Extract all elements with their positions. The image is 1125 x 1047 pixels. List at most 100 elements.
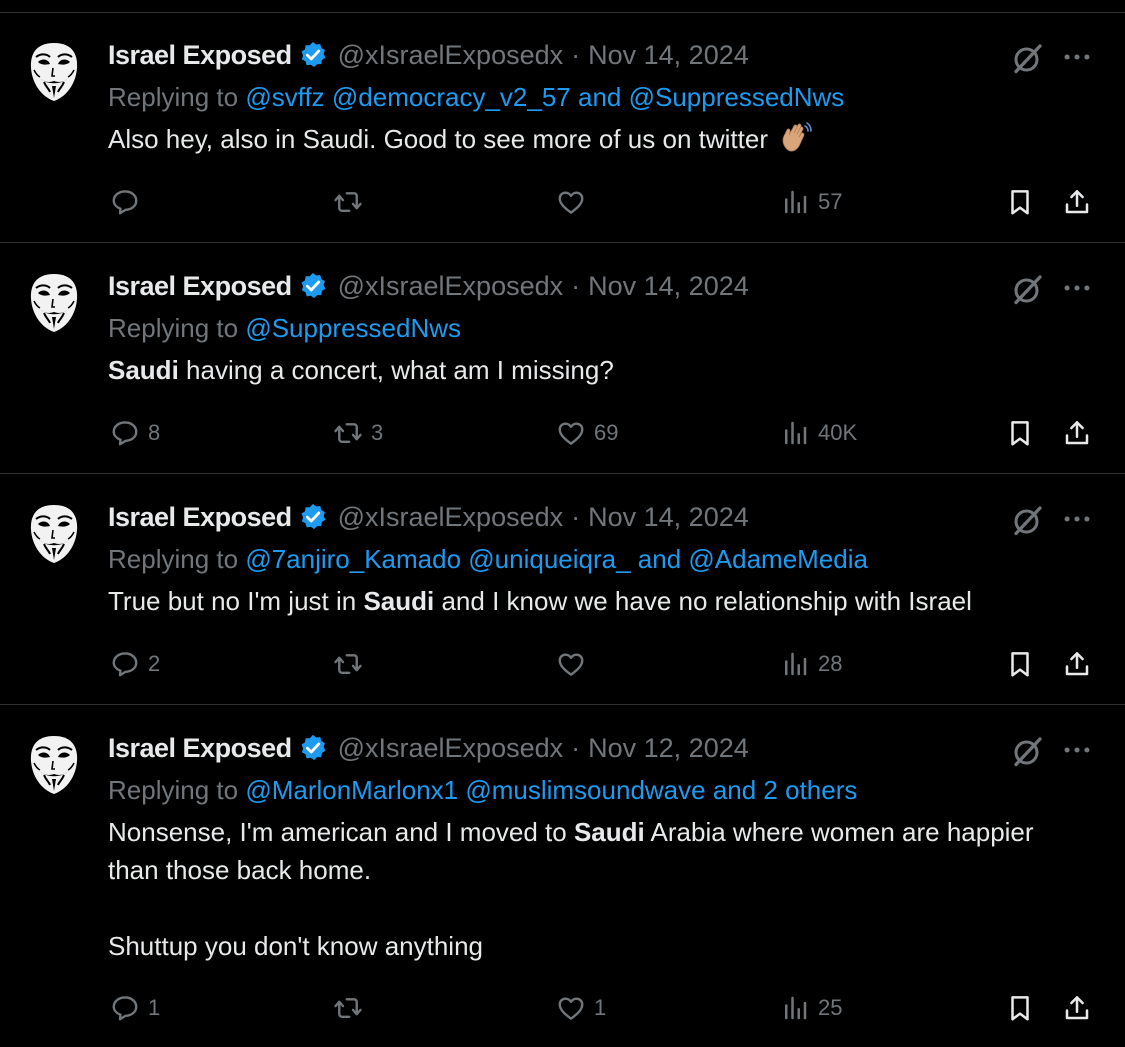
replying-prefix: Replying to — [108, 82, 239, 112]
replying-prefix: Replying to — [108, 775, 239, 805]
tweet-date[interactable]: Nov 14, 2024 — [588, 271, 749, 302]
author-handle[interactable]: @xIsraelExposedx — [338, 733, 564, 764]
bookmark-icon — [1005, 418, 1035, 448]
tweet-header: Israel Exposed @xIsraelExposedx · Nov 14… — [108, 269, 749, 303]
author-name[interactable]: Israel Exposed — [108, 40, 292, 71]
repost-icon — [333, 418, 363, 448]
repost-icon — [333, 993, 363, 1023]
tweet-header: Israel Exposed @xIsraelExposedx · Nov 14… — [108, 38, 749, 72]
tweet-3[interactable]: Israel Exposed @xIsraelExposedx · Nov 14… — [0, 474, 1125, 705]
action-bar: 1 1 25 — [0, 988, 1125, 1028]
bookmark-button[interactable] — [1005, 644, 1035, 684]
more-icon[interactable] — [1060, 271, 1094, 305]
heart-icon — [556, 649, 586, 679]
verified-badge-icon — [298, 40, 328, 70]
tweet-date[interactable]: Nov 12, 2024 — [588, 733, 749, 764]
like-count: 69 — [594, 420, 619, 445]
tweet-date[interactable]: Nov 14, 2024 — [588, 502, 749, 533]
like-button[interactable]: 1 — [556, 988, 606, 1028]
reply-button[interactable]: 1 — [110, 988, 160, 1028]
views-count: 28 — [818, 651, 843, 676]
tweet-text-before: Nonsense, I'm american and I moved to — [108, 817, 574, 847]
grok-icon[interactable] — [1010, 502, 1046, 538]
more-icon[interactable] — [1060, 40, 1094, 74]
views-button[interactable]: 57 — [780, 182, 842, 222]
views-icon — [780, 993, 810, 1023]
replying-to-line: Replying to @svffz @democracy_v2_57 and … — [108, 82, 844, 113]
verified-badge-icon — [298, 271, 328, 301]
views-button[interactable]: 28 — [780, 644, 842, 684]
repost-icon — [333, 649, 363, 679]
replying-mentions[interactable]: @MarlonMarlonx1 @muslimsoundwave and 2 o… — [245, 775, 857, 805]
bookmark-button[interactable] — [1005, 413, 1035, 453]
separator-dot: · — [571, 501, 581, 532]
repost-button[interactable] — [333, 182, 371, 222]
tweet-text-before: True but no I'm just in — [108, 586, 364, 616]
share-button[interactable] — [1062, 413, 1092, 453]
replying-prefix: Replying to — [108, 313, 239, 343]
share-icon — [1062, 187, 1092, 217]
bookmark-button[interactable] — [1005, 182, 1035, 222]
avatar-icon[interactable] — [22, 502, 86, 566]
avatar-icon[interactable] — [22, 40, 86, 104]
author-handle[interactable]: @xIsraelExposedx — [338, 502, 564, 533]
reply-button[interactable]: 2 — [110, 644, 160, 684]
repost-button[interactable] — [333, 644, 371, 684]
grok-icon[interactable] — [1010, 40, 1046, 76]
grok-icon[interactable] — [1010, 733, 1046, 769]
tweet-header: Israel Exposed @xIsraelExposedx · Nov 14… — [108, 500, 749, 534]
views-button[interactable]: 40K — [780, 413, 857, 453]
tweet-text-after: and I know we have no relationship with … — [434, 586, 972, 616]
share-button[interactable] — [1062, 644, 1092, 684]
bookmark-button[interactable] — [1005, 988, 1035, 1028]
author-name[interactable]: Israel Exposed — [108, 502, 292, 533]
repost-button[interactable] — [333, 988, 371, 1028]
reply-icon — [110, 187, 140, 217]
reply-count: 8 — [148, 420, 161, 445]
verified-badge-icon — [298, 733, 328, 763]
grok-icon[interactable] — [1010, 271, 1046, 307]
author-name[interactable]: Israel Exposed — [108, 271, 292, 302]
replying-to-line: Replying to @SuppressedNws — [108, 313, 461, 344]
views-button[interactable]: 25 — [780, 988, 842, 1028]
tweet-2[interactable]: Israel Exposed @xIsraelExposedx · Nov 14… — [0, 243, 1125, 474]
share-icon — [1062, 649, 1092, 679]
separator-dot: · — [571, 270, 581, 301]
avatar-icon[interactable] — [22, 733, 86, 797]
tweet-1[interactable]: Israel Exposed @xIsraelExposedx · Nov 14… — [0, 0, 1125, 243]
like-count: 1 — [594, 995, 607, 1020]
reply-icon — [110, 649, 140, 679]
views-icon — [780, 187, 810, 217]
author-name[interactable]: Israel Exposed — [108, 733, 292, 764]
repost-button[interactable]: 3 — [333, 413, 383, 453]
replying-mentions[interactable]: @svffz @democracy_v2_57 and @SuppressedN… — [245, 82, 844, 112]
heart-icon — [556, 187, 586, 217]
replying-to-line: Replying to @7anjiro_Kamado @uniqueiqra_… — [108, 544, 868, 575]
share-button[interactable] — [1062, 988, 1092, 1028]
replying-mentions[interactable]: @SuppressedNws — [245, 313, 461, 343]
replying-mentions[interactable]: @7anjiro_Kamado @uniqueiqra_ and @AdameM… — [245, 544, 868, 574]
more-icon[interactable] — [1060, 733, 1094, 767]
separator-dot: · — [571, 39, 581, 70]
tweet-text-bold: Saudi — [573, 817, 645, 847]
like-button[interactable] — [556, 644, 594, 684]
tweet-date[interactable]: Nov 14, 2024 — [588, 40, 749, 71]
reply-button[interactable]: 8 — [110, 413, 160, 453]
tweet-text-after: having a concert, what am I missing? — [178, 355, 614, 385]
author-handle[interactable]: @xIsraelExposedx — [338, 271, 564, 302]
tweet-4[interactable]: Israel Exposed @xIsraelExposedx · Nov 12… — [0, 705, 1125, 1047]
separator-dot: · — [571, 732, 581, 763]
like-button[interactable] — [556, 182, 594, 222]
more-icon[interactable] — [1060, 502, 1094, 536]
tweet-text: Also hey, also in Saudi. Good to see mor… — [108, 120, 1098, 158]
bookmark-icon — [1005, 649, 1035, 679]
reply-button[interactable] — [110, 182, 148, 222]
share-icon — [1062, 418, 1092, 448]
avatar-icon[interactable] — [22, 271, 86, 335]
author-handle[interactable]: @xIsraelExposedx — [338, 40, 564, 71]
replying-to-line: Replying to @MarlonMarlonx1 @muslimsound… — [108, 775, 857, 806]
share-button[interactable] — [1062, 182, 1092, 222]
verified-badge-icon — [298, 502, 328, 532]
reply-count: 1 — [148, 995, 161, 1020]
like-button[interactable]: 69 — [556, 413, 618, 453]
